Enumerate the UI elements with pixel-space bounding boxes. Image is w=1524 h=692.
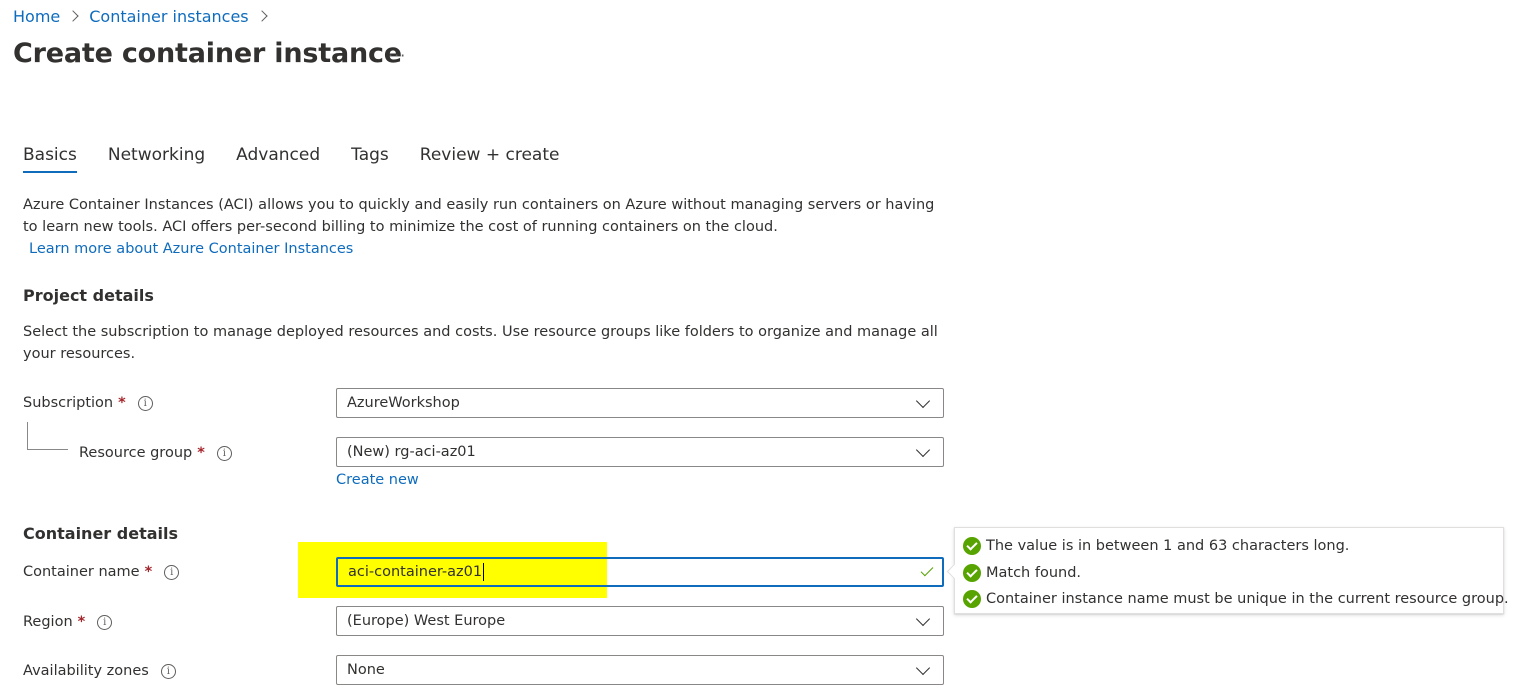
page-title: Create container instance bbox=[13, 38, 402, 69]
availability-zones-value: None bbox=[347, 662, 385, 678]
learn-more-link[interactable]: Learn more about Azure Container Instanc… bbox=[29, 238, 353, 260]
resource-group-dropdown[interactable]: (New) rg-aci-az01 bbox=[336, 437, 944, 467]
tab-advanced[interactable]: Advanced bbox=[236, 145, 320, 172]
chevron-down-icon bbox=[915, 611, 931, 626]
validation-message-text: The value is in between 1 and 63 charact… bbox=[986, 538, 1350, 554]
tab-review-create[interactable]: Review + create bbox=[420, 145, 560, 172]
container-details-heading: Container details bbox=[23, 524, 178, 543]
validation-message: The value is in between 1 and 63 charact… bbox=[963, 536, 1349, 556]
info-icon[interactable]: i bbox=[160, 663, 176, 679]
intro-text: Azure Container Instances (ACI) allows y… bbox=[23, 197, 935, 235]
project-details-heading: Project details bbox=[23, 286, 154, 305]
more-options-icon[interactable]: ··· bbox=[388, 46, 406, 65]
tree-connector bbox=[27, 422, 68, 450]
success-check-icon bbox=[963, 564, 981, 582]
text-caret bbox=[483, 563, 485, 581]
resource-group-label-text: Resource group bbox=[79, 445, 193, 461]
required-marker: * bbox=[197, 445, 205, 461]
resource-group-value: (New) rg-aci-az01 bbox=[347, 444, 476, 460]
validation-message: Container instance name must be unique i… bbox=[963, 589, 1509, 609]
required-marker: * bbox=[118, 395, 126, 411]
validation-message-text: Container instance name must be unique i… bbox=[986, 591, 1509, 607]
success-check-icon bbox=[963, 590, 981, 608]
chevron-down-icon bbox=[915, 442, 931, 457]
region-label-text: Region bbox=[23, 614, 73, 630]
info-icon[interactable]: i bbox=[97, 614, 113, 630]
breadcrumb: Home Container instances bbox=[13, 5, 278, 27]
chevron-down-icon bbox=[915, 393, 931, 408]
required-marker: * bbox=[77, 614, 86, 630]
region-value: (Europe) West Europe bbox=[347, 613, 506, 629]
info-icon[interactable]: i bbox=[216, 445, 232, 461]
tab-bar: Basics Networking Advanced Tags Review +… bbox=[23, 145, 590, 173]
success-check-icon bbox=[963, 537, 981, 555]
container-name-value: aci-container-az01 bbox=[338, 563, 924, 581]
validation-message: Match found. bbox=[963, 563, 1081, 583]
availability-zones-dropdown[interactable]: None bbox=[336, 655, 944, 685]
validation-popup: The value is in between 1 and 63 charact… bbox=[954, 527, 1509, 614]
required-marker: * bbox=[144, 564, 153, 580]
region-dropdown[interactable]: (Europe) West Europe bbox=[336, 606, 944, 636]
tab-basics[interactable]: Basics bbox=[23, 145, 77, 173]
breadcrumb-container-instances-link[interactable]: Container instances bbox=[89, 7, 248, 26]
container-name-label: Container name * i bbox=[23, 562, 180, 582]
chevron-down-icon bbox=[915, 660, 931, 675]
info-icon[interactable]: i bbox=[164, 564, 180, 580]
chevron-right-icon bbox=[67, 10, 79, 22]
tab-tags[interactable]: Tags bbox=[351, 145, 389, 172]
availability-zones-label-text: Availability zones bbox=[23, 663, 149, 679]
tab-networking[interactable]: Networking bbox=[108, 145, 205, 172]
create-new-resource-group-link[interactable]: Create new bbox=[336, 470, 419, 490]
subscription-label-text: Subscription bbox=[23, 395, 114, 411]
availability-zones-label: Availability zones i bbox=[23, 661, 176, 681]
chevron-right-icon bbox=[255, 10, 268, 22]
resource-group-label: Resource group * i bbox=[79, 443, 232, 463]
container-name-label-text: Container name bbox=[23, 564, 140, 580]
region-label: Region * i bbox=[23, 612, 113, 632]
validation-message-text: Match found. bbox=[986, 565, 1082, 581]
project-details-description: Select the subscription to manage deploy… bbox=[23, 324, 938, 362]
breadcrumb-home-link[interactable]: Home bbox=[13, 7, 60, 26]
subscription-label: Subscription * i bbox=[23, 393, 153, 413]
subscription-value: AzureWorkshop bbox=[347, 395, 460, 411]
container-name-input[interactable]: aci-container-az01 bbox=[336, 557, 944, 587]
container-name-text: aci-container-az01 bbox=[348, 564, 483, 580]
info-icon[interactable]: i bbox=[137, 395, 153, 411]
subscription-dropdown[interactable]: AzureWorkshop bbox=[336, 388, 944, 418]
